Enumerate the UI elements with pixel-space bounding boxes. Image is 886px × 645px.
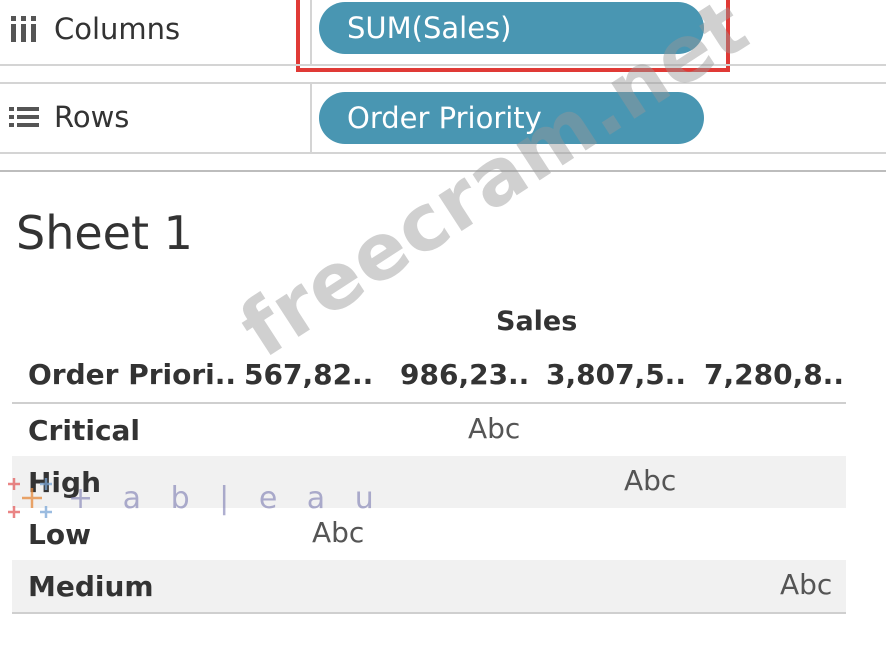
text-mark[interactable]: Abc <box>312 516 364 549</box>
dimension-header[interactable]: Order Priori.. <box>28 358 236 391</box>
rows-shelf-label: Rows <box>6 100 129 134</box>
rows-shelf-divider <box>310 84 312 152</box>
table-row[interactable]: High Abc <box>12 456 846 508</box>
highlight-annotation <box>296 0 730 72</box>
columns-shelf-divider <box>310 0 312 64</box>
axis-tick-label: 3,807,5.. <box>546 358 686 391</box>
data-table: Critical Abc High Abc Low Abc Medium Abc <box>12 402 846 614</box>
axis-header-row: Order Priori.. 567,82.. 986,23.. 3,807,5… <box>28 358 848 398</box>
columns-shelf-label: Columns <box>6 12 180 46</box>
axis-tick-label: 7,280,8.. <box>704 358 844 391</box>
table-row[interactable]: Critical Abc <box>12 404 846 456</box>
table-row[interactable]: Low Abc <box>12 508 846 560</box>
text-mark[interactable]: Abc <box>624 464 676 497</box>
order-priority-pill[interactable]: Order Priority <box>319 92 704 144</box>
measure-title: Sales <box>496 306 578 337</box>
table-row[interactable]: Medium Abc <box>12 560 846 612</box>
row-label-medium: Medium <box>28 570 154 603</box>
text-mark[interactable]: Abc <box>468 412 520 445</box>
table-bottom-border <box>12 612 846 614</box>
view-separator <box>0 170 886 172</box>
columns-icon <box>6 14 42 44</box>
row-label-critical: Critical <box>28 414 141 447</box>
row-label-high: High <box>28 466 102 499</box>
axis-tick-label: 986,23.. <box>400 358 530 391</box>
shelf-separator <box>0 64 886 66</box>
shelf-separator <box>0 152 886 154</box>
columns-label: Columns <box>54 12 181 46</box>
rows-label: Rows <box>54 100 130 134</box>
rows-shelf: Rows Order Priority <box>0 84 886 154</box>
rows-icon <box>6 102 42 132</box>
order-priority-pill-label: Order Priority <box>347 101 542 135</box>
row-label-low: Low <box>28 518 91 551</box>
text-mark[interactable]: Abc <box>780 568 832 601</box>
axis-tick-label: 567,82.. <box>244 358 374 391</box>
sheet-title: Sheet 1 <box>16 206 193 260</box>
